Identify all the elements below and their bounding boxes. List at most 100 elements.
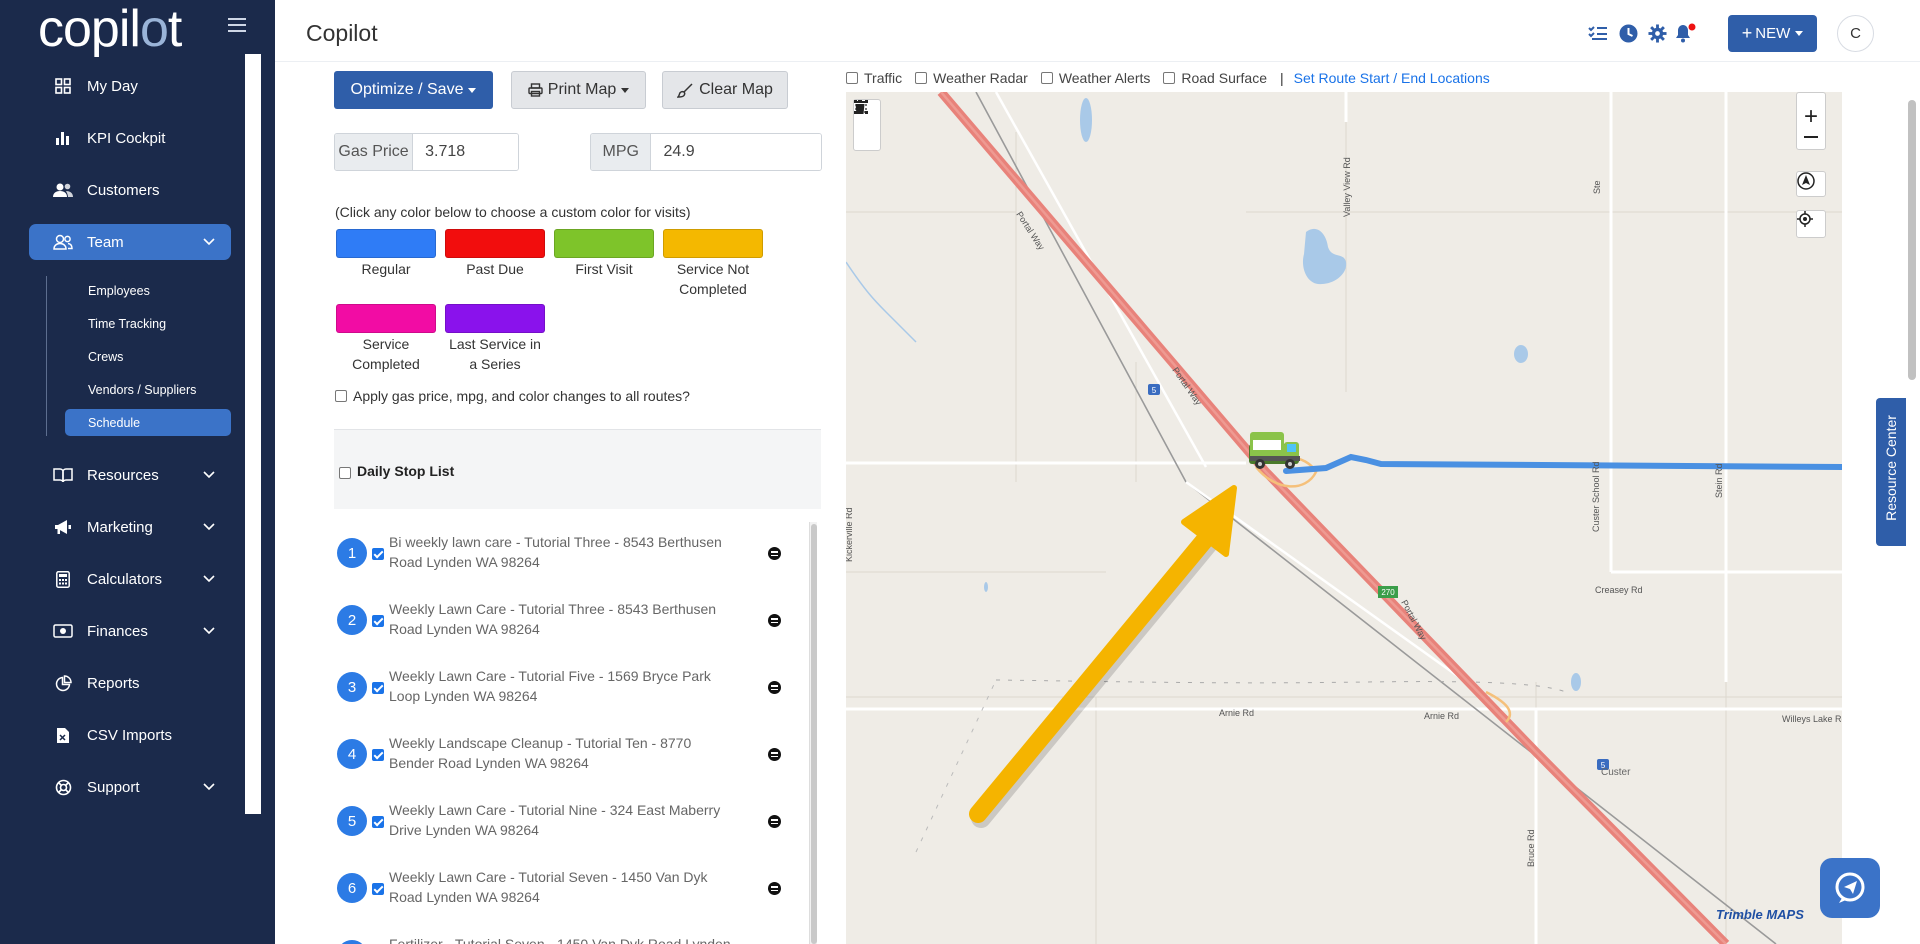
print-map-button[interactable]: Print Map [511, 71, 646, 109]
new-button[interactable]: + NEW [1728, 15, 1817, 52]
sidebar-item-kpi-cockpit[interactable]: KPI Cockpit [29, 120, 231, 156]
weather-alerts-toggle[interactable]: Weather Alerts [1040, 70, 1150, 86]
truck-icon[interactable] [1249, 432, 1300, 469]
zoom-out-icon[interactable] [1804, 136, 1818, 138]
set-route-locations-link[interactable]: Set Route Start / End Locations [1294, 70, 1490, 86]
checklist-icon[interactable] [1587, 22, 1609, 44]
stop-checkbox[interactable] [372, 883, 384, 895]
stop-checkbox[interactable] [372, 615, 384, 627]
sidebar-subitem-employees[interactable]: Employees [65, 277, 231, 304]
svg-text:Arnie Rd: Arnie Rd [1424, 711, 1459, 721]
sidebar-subitem-vendors-suppliers[interactable]: Vendors / Suppliers [65, 376, 231, 403]
swatch-last-service-in-series[interactable] [445, 304, 545, 333]
stop-list: 1 Bi weekly lawn care - Tutorial Three -… [334, 522, 821, 944]
zoom-in-icon[interactable]: + [1804, 104, 1818, 130]
stop-number: 5 [337, 806, 367, 836]
page-scrollbar[interactable] [1908, 100, 1916, 380]
clock-icon[interactable] [1617, 22, 1639, 44]
sidebar-item-calculators[interactable]: Calculators [29, 561, 231, 597]
list-item[interactable]: 2 Weekly Lawn Care - Tutorial Three - 85… [334, 589, 804, 656]
checkbox[interactable] [335, 390, 347, 402]
reorder-icon[interactable] [768, 815, 781, 828]
chevron-down-icon [203, 523, 215, 531]
gas-price-input[interactable]: 3.718 [413, 134, 518, 170]
reorder-icon[interactable] [768, 614, 781, 627]
sidebar-item-csv-imports[interactable]: CSV Imports [29, 717, 231, 753]
sidebar-item-support[interactable]: Support [29, 769, 231, 805]
sidebar-item-resources[interactable]: Resources [29, 457, 231, 493]
stop-number: 2 [337, 605, 367, 635]
stop-text: Weekly Lawn Care - Tutorial Seven - 1450… [389, 869, 708, 905]
checkbox[interactable] [339, 467, 351, 479]
sidebar-item-finances[interactable]: Finances [29, 613, 231, 649]
reorder-icon[interactable] [768, 882, 781, 895]
route-map[interactable]: 5 5 270 Portal Way Portal Way Portal Way… [846, 92, 1842, 944]
list-item[interactable]: 6 Weekly Lawn Care - Tutorial Seven - 14… [334, 857, 804, 924]
sidebar-subitem-schedule[interactable]: Schedule [65, 409, 231, 436]
reorder-icon[interactable] [768, 748, 781, 761]
stop-checkbox[interactable] [372, 548, 384, 560]
checkbox[interactable] [846, 72, 858, 84]
logo-row: copilot [0, 0, 275, 58]
svg-text:Willeys Lake Rd: Willeys Lake Rd [1782, 714, 1842, 724]
trash-icon[interactable] [854, 100, 866, 114]
road-surface-toggle[interactable]: Road Surface [1163, 70, 1267, 86]
stop-checkbox[interactable] [372, 682, 384, 694]
reorder-icon[interactable] [768, 681, 781, 694]
list-item[interactable]: 1 Bi weekly lawn care - Tutorial Three -… [334, 522, 804, 589]
map-canvas[interactable]: 5 5 270 Portal Way Portal Way Portal Way… [846, 92, 1842, 944]
sidebar-subitem-time-tracking[interactable]: Time Tracking [65, 310, 231, 337]
daily-stop-list-toggle[interactable]: Daily Stop List [339, 463, 454, 479]
gas-price-group: Gas Price 3.718 [334, 133, 519, 171]
checkbox[interactable] [1163, 72, 1176, 84]
list-item[interactable]: 3 Weekly Lawn Care - Tutorial Five - 156… [334, 656, 804, 723]
list-item[interactable]: 5 Weekly Lawn Care - Tutorial Nine - 324… [334, 790, 804, 857]
swatch-past-due[interactable] [445, 229, 545, 258]
swatch-regular[interactable] [336, 229, 436, 258]
reorder-icon[interactable] [768, 547, 781, 560]
separator: | [1279, 70, 1284, 86]
stop-checkbox[interactable] [372, 749, 384, 761]
swatch-label: Last Service in a Series [449, 336, 541, 372]
svg-text:Custer School Rd: Custer School Rd [1591, 461, 1601, 532]
gear-icon[interactable] [1646, 22, 1668, 44]
list-item[interactable]: 4 Weekly Landscape Cleanup - Tutorial Te… [334, 723, 804, 790]
sidebar-scrollbar[interactable] [245, 54, 261, 814]
avatar[interactable]: C [1837, 15, 1874, 52]
app-logo[interactable]: copilot [38, 0, 182, 58]
sidebar-item-marketing[interactable]: Marketing [29, 509, 231, 545]
mpg-input[interactable]: 24.9 [651, 134, 821, 170]
bell-icon[interactable] [1675, 22, 1697, 44]
sidebar-subitem-crews[interactable]: Crews [65, 343, 231, 370]
sidebar-item-reports[interactable]: Reports [29, 665, 231, 701]
sidebar-item-my-day[interactable]: My Day [29, 68, 231, 104]
mpg-label: MPG [591, 134, 652, 170]
locate-icon[interactable] [1796, 210, 1826, 238]
chat-icon[interactable] [1820, 858, 1880, 918]
chevron-down-icon [203, 627, 215, 635]
swatch-first-visit[interactable] [554, 229, 654, 258]
stop-list-scrollbar[interactable] [809, 522, 817, 944]
checkbox[interactable] [1040, 72, 1053, 84]
resource-center-label: Resource Center [1883, 415, 1899, 521]
stop-checkbox[interactable] [372, 816, 384, 828]
sidebar-item-label: Resources [87, 466, 159, 484]
list-item[interactable]: 7 Fertilizer - Tutorial Seven - 1450 Van… [334, 924, 804, 944]
clear-map-button[interactable]: Clear Map [662, 71, 788, 109]
sidebar-item-team[interactable]: Team [29, 224, 231, 260]
hamburger-icon[interactable] [228, 18, 246, 32]
optimize-save-button[interactable]: Optimize / Save [334, 71, 493, 109]
users-icon [51, 182, 75, 198]
resource-center-tab[interactable]: Resource Center [1876, 398, 1906, 546]
traffic-toggle[interactable]: Traffic [846, 70, 902, 86]
swatch-service-completed[interactable] [336, 304, 436, 333]
stop-text: Weekly Lawn Care - Tutorial Five - 1569 … [389, 668, 711, 704]
weather-radar-toggle[interactable]: Weather Radar [915, 70, 1028, 86]
sidebar-item-label: KPI Cockpit [87, 129, 166, 147]
apply-all-routes-checkbox[interactable]: Apply gas price, mpg, and color changes … [335, 388, 690, 404]
checkbox[interactable] [915, 72, 928, 84]
compass-icon[interactable] [1796, 171, 1826, 197]
swatch-service-not-completed[interactable] [663, 229, 763, 258]
swatch-label: Service Not Completed [676, 261, 750, 297]
sidebar-item-customers[interactable]: Customers [29, 172, 231, 208]
